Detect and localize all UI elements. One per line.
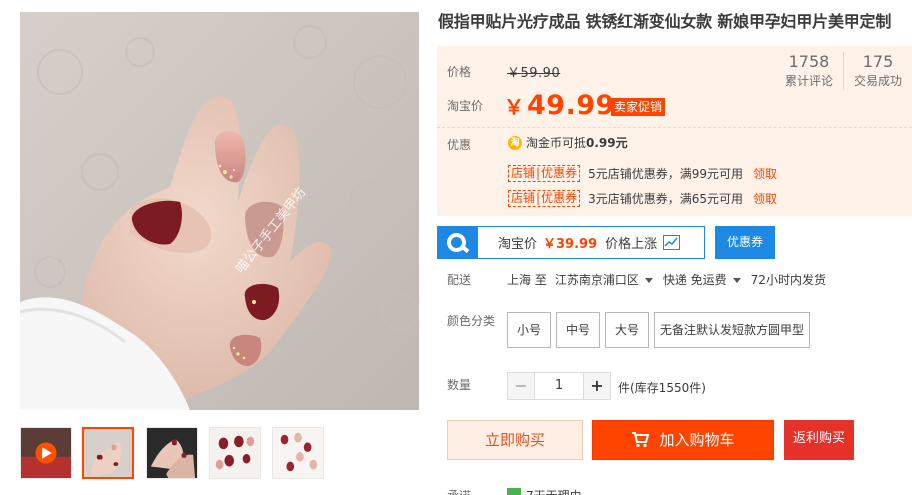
- main-product-image[interactable]: 喵公子手工美甲坊: [20, 12, 419, 410]
- stat-reviews[interactable]: 1758 累计评论: [775, 52, 843, 90]
- decrease-quantity-button[interactable]: −: [507, 372, 535, 400]
- taobao-q-logo-icon: [438, 227, 478, 258]
- quantity-input[interactable]: 1: [535, 372, 583, 400]
- promo-price: ￥ 49.99: [504, 90, 615, 121]
- thumbnail-hand-closeup[interactable]: [82, 427, 134, 479]
- chevron-down-icon: [732, 277, 741, 283]
- coupon-description: 3元店铺优惠券，满65元可用: [588, 192, 743, 206]
- delivery-row: 配送 上海 至 江苏南京浦口区 快递 免运费 72小时内发货: [447, 271, 826, 288]
- coupon-row: 店铺 | 优惠券 3元店铺优惠券，满65元可用 领取: [508, 190, 777, 207]
- coupon-tag-type: 优惠券: [541, 166, 578, 180]
- commitment-label: 承诺: [447, 487, 471, 495]
- panel-divider: [437, 127, 912, 128]
- shop-coupon-tag: 店铺 | 优惠券: [508, 190, 581, 207]
- option-large[interactable]: 大号: [605, 312, 649, 348]
- delivery-label: 配送: [447, 273, 472, 287]
- coupon-tag-shop: 店铺: [511, 191, 536, 205]
- taojinbi-text: 淘金币可抵0.99元: [526, 134, 628, 151]
- taojinbi-label: 淘金币可抵: [526, 136, 587, 150]
- claim-coupon-link[interactable]: 领取: [753, 190, 777, 207]
- promo-price-value: 49.99: [527, 90, 615, 121]
- shipping-method-select[interactable]: 快递 免运费: [663, 271, 751, 288]
- thumbnail-nail-set[interactable]: [209, 427, 261, 479]
- delivery-destination-select[interactable]: 江苏南京浦口区: [555, 271, 663, 288]
- promo-price-label: 淘宝价: [447, 99, 484, 113]
- option-medium[interactable]: 中号: [556, 312, 600, 348]
- taobao-price-label: 淘宝价: [498, 237, 538, 252]
- taobao-price-value: ￥39.99: [543, 237, 598, 252]
- price-trend-text: 价格上涨: [605, 237, 658, 252]
- taobao-price-bar[interactable]: 淘宝价 ￥39.99 价格上涨: [437, 226, 705, 259]
- stat-value: 175: [862, 52, 894, 71]
- buy-now-button[interactable]: 立即购买: [447, 420, 583, 460]
- thumbnail-video[interactable]: [20, 427, 72, 479]
- coupon-tag-separator: |: [536, 191, 541, 205]
- option-default-short[interactable]: 无备注默认发短款方圆甲型: [654, 312, 810, 348]
- stock-info: 件(库存1550件): [618, 381, 706, 395]
- thumbnail-hands-pair[interactable]: [146, 427, 198, 479]
- sales-stats: 1758 累计评论 175 交易成功: [775, 52, 912, 90]
- option-small[interactable]: 小号: [507, 312, 551, 348]
- product-title: 假指甲贴片光疗成品 铁锈红渐变仙女款 新娘甲孕妇甲片美甲定制: [438, 12, 892, 31]
- coupon-tag-shop: 店铺: [511, 166, 536, 180]
- stat-transactions: 175 交易成功: [842, 52, 912, 90]
- shopping-cart-icon: [631, 432, 650, 448]
- quantity-label: 数量: [447, 378, 472, 392]
- discount-label: 优惠: [447, 138, 472, 152]
- shipping-method: 快递 免运费: [662, 273, 727, 287]
- rebate-buy-button[interactable]: 返利购买: [784, 420, 854, 460]
- taojinbi-row: 淘 淘金币可抵0.99元: [508, 134, 628, 151]
- seven-day-return-icon: [507, 488, 521, 495]
- stat-label: 交易成功: [853, 74, 902, 88]
- price-label: 价格: [447, 65, 472, 79]
- price-panel: 价格 ￥59.90 1758 累计评论 175 交易成功 淘宝价 ￥ 49.99 …: [437, 46, 912, 216]
- original-price: ￥59.90: [507, 66, 561, 81]
- add-to-cart-button[interactable]: 加入购物车: [592, 420, 774, 460]
- thumbnail-nail-tips[interactable]: [272, 427, 324, 479]
- increase-quantity-button[interactable]: +: [583, 372, 611, 400]
- taojinbi-amount: 0.99元: [586, 136, 628, 150]
- commitment-text: 7天无理由: [526, 487, 582, 495]
- quantity-stepper: − 1 +: [507, 372, 611, 400]
- delivery-from: 上海 至: [507, 273, 547, 287]
- chevron-down-icon: [644, 277, 653, 283]
- delivery-destination: 江苏南京浦口区: [554, 273, 639, 287]
- stat-label: 累计评论: [784, 74, 833, 88]
- currency-symbol: ￥: [504, 95, 524, 119]
- add-to-cart-label: 加入购物车: [659, 431, 735, 449]
- stat-value: 1758: [788, 52, 830, 71]
- seller-promo-badge: 卖家促销: [611, 98, 666, 116]
- coupon-row: 店铺 | 优惠券 5元店铺优惠券，满99元可用 领取: [508, 165, 777, 182]
- shop-coupon-tag: 店铺 | 优惠券: [508, 165, 581, 182]
- coupon-description: 5元店铺优惠券，满99元可用: [588, 167, 743, 181]
- coupon-tag-separator: |: [536, 166, 541, 180]
- coupon-button[interactable]: 优惠券: [715, 226, 775, 259]
- taojinbi-coin-icon: 淘: [508, 135, 522, 150]
- color-category-label: 颜色分类: [447, 314, 496, 328]
- coupon-tag-type: 优惠券: [541, 191, 578, 205]
- trend-chart-icon[interactable]: [663, 235, 681, 250]
- claim-coupon-link[interactable]: 领取: [753, 165, 777, 182]
- dispatch-time: 72小时内发货: [750, 273, 826, 287]
